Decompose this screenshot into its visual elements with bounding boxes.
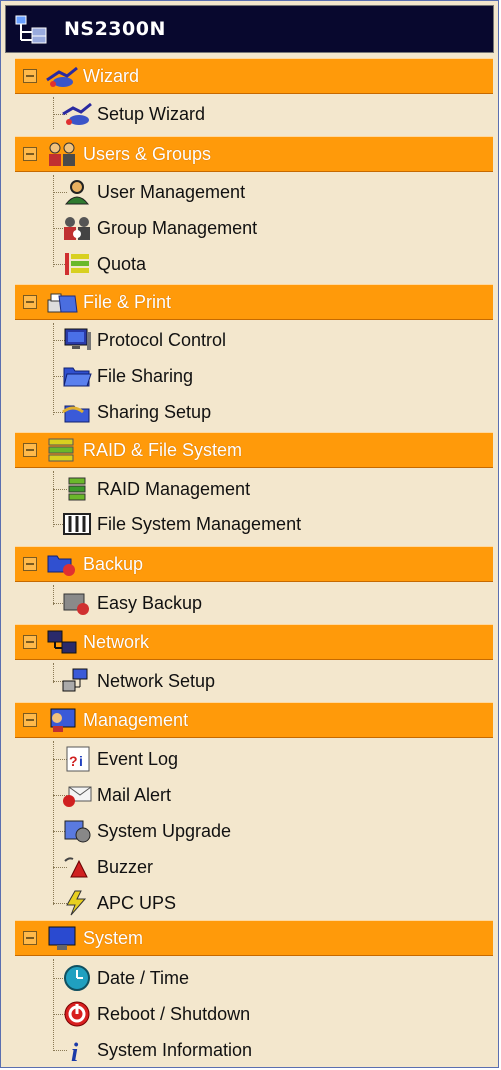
menu-item-protocol-control[interactable]: Protocol Control: [61, 323, 226, 357]
backup-icon: [45, 550, 79, 578]
raid-management-icon: [61, 475, 93, 503]
info-icon: i: [61, 1036, 93, 1067]
svg-text:?: ?: [69, 753, 78, 769]
system-icon: [45, 924, 79, 952]
menu-item-easy-backup[interactable]: Easy Backup: [61, 586, 202, 620]
navigation-tree-panel: NS2300N Wizard Setup Wizard Users & Grou…: [0, 0, 499, 1068]
menu-item-system-information[interactable]: i System Information: [61, 1033, 252, 1067]
system-upgrade-icon: [61, 817, 93, 845]
users-groups-icon: [45, 140, 79, 168]
user-icon: [61, 178, 93, 206]
raid-icon: [45, 436, 79, 464]
menu-item-label: Event Log: [97, 748, 179, 769]
section-label: Users & Groups: [83, 143, 212, 164]
menu-item-label: Easy Backup: [97, 592, 203, 613]
section-system[interactable]: System: [15, 920, 493, 956]
group-icon: [61, 214, 93, 242]
section-label: Management: [83, 709, 189, 730]
folder-icon: [61, 362, 93, 390]
menu-item-label: System Information: [97, 1039, 253, 1060]
collapse-toggle[interactable]: [23, 295, 37, 309]
menu-item-system-upgrade[interactable]: System Upgrade: [61, 814, 231, 848]
section-raid-file-system[interactable]: RAID & File System: [15, 432, 493, 468]
clock-icon: [61, 964, 93, 992]
menu-item-label: System Upgrade: [97, 820, 232, 841]
collapse-toggle[interactable]: [23, 443, 37, 457]
section-label: Network: [83, 631, 150, 652]
event-log-icon: ? i: [61, 745, 93, 773]
menu-item-quota[interactable]: Quota: [61, 247, 146, 281]
menu-item-reboot-shutdown[interactable]: Reboot / Shutdown: [61, 997, 250, 1031]
wizard-icon: [45, 62, 79, 90]
menu-item-label: Reboot / Shutdown: [97, 1003, 251, 1024]
section-management[interactable]: Management: [15, 702, 493, 738]
menu-item-label: Group Management: [97, 217, 258, 238]
section-wizard[interactable]: Wizard: [15, 58, 493, 94]
menu-item-label: File Sharing: [97, 365, 194, 386]
menu-item-label: Mail Alert: [97, 784, 172, 805]
app-title: NS2300N: [64, 18, 166, 40]
menu-item-label: Sharing Setup: [97, 401, 212, 422]
menu-item-label: RAID Management: [97, 478, 251, 499]
menu-item-file-sharing[interactable]: File Sharing: [61, 359, 193, 393]
easy-backup-icon: [61, 589, 93, 617]
network-setup-icon: [61, 667, 93, 695]
collapse-toggle[interactable]: [23, 69, 37, 83]
collapse-toggle[interactable]: [23, 713, 37, 727]
menu-item-user-management[interactable]: User Management: [61, 175, 245, 209]
section-network[interactable]: Network: [15, 624, 493, 660]
buzzer-icon: [61, 853, 93, 881]
menu-item-date-time[interactable]: Date / Time: [61, 961, 189, 995]
collapse-toggle[interactable]: [23, 931, 37, 945]
menu-item-buzzer[interactable]: Buzzer: [61, 850, 153, 884]
menu-item-file-system-management[interactable]: File System Management: [61, 507, 301, 541]
menu-item-group-management[interactable]: Group Management: [61, 211, 257, 245]
menu-item-network-setup[interactable]: Network Setup: [61, 664, 215, 698]
mail-alert-icon: [61, 781, 93, 809]
server-tree-icon: [14, 14, 50, 44]
section-label: System: [83, 927, 144, 948]
menu-item-mail-alert[interactable]: Mail Alert: [61, 778, 171, 812]
collapse-toggle[interactable]: [23, 147, 37, 161]
menu-item-setup-wizard[interactable]: Setup Wizard: [61, 97, 205, 131]
monitor-icon: [61, 326, 93, 354]
menu-item-label: APC UPS: [97, 892, 177, 913]
section-label: File & Print: [83, 291, 172, 312]
menu-item-label: Network Setup: [97, 670, 216, 691]
ups-icon: [61, 889, 93, 917]
section-file-print[interactable]: File & Print: [15, 284, 493, 320]
section-users-groups[interactable]: Users & Groups: [15, 136, 493, 172]
menu-item-label: User Management: [97, 181, 246, 202]
file-system-icon: [61, 510, 93, 538]
section-label: RAID & File System: [83, 439, 243, 460]
menu-item-label: Setup Wizard: [97, 103, 206, 124]
menu-item-label: Buzzer: [97, 856, 154, 877]
sharing-setup-icon: [61, 398, 93, 426]
collapse-toggle[interactable]: [23, 635, 37, 649]
menu-item-label: Date / Time: [97, 967, 190, 988]
section-label: Wizard: [83, 65, 140, 86]
network-icon: [45, 628, 79, 656]
menu-item-label: Quota: [97, 253, 147, 274]
svg-text:i: i: [71, 1038, 79, 1064]
section-backup[interactable]: Backup: [15, 546, 493, 582]
section-label: Backup: [83, 553, 144, 574]
menu-item-apc-ups[interactable]: APC UPS: [61, 886, 176, 920]
menu-item-event-log[interactable]: ? i Event Log: [61, 742, 178, 776]
setup-wizard-icon: [61, 100, 93, 128]
menu-item-raid-management[interactable]: RAID Management: [61, 472, 250, 506]
file-print-icon: [45, 288, 79, 316]
svg-text:i: i: [79, 753, 83, 769]
menu-item-label: File System Management: [97, 513, 302, 534]
window-title-bar: NS2300N: [5, 5, 494, 53]
quota-icon: [61, 250, 93, 278]
menu-item-sharing-setup[interactable]: Sharing Setup: [61, 395, 211, 429]
management-icon: [45, 706, 79, 734]
collapse-toggle[interactable]: [23, 557, 37, 571]
power-icon: [61, 1000, 93, 1028]
menu-item-label: Protocol Control: [97, 329, 227, 350]
